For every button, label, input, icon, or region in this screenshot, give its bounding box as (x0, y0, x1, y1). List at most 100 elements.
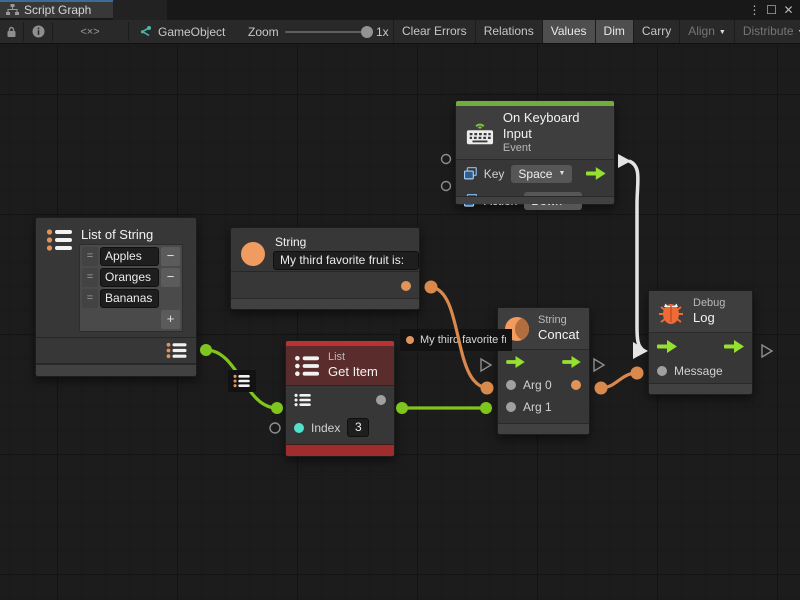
kebab-menu-icon[interactable]: ⋮ (746, 3, 763, 17)
zoom-slider[interactable] (285, 31, 372, 33)
item-output-port[interactable] (376, 395, 386, 405)
graph-canvas[interactable]: List of String = Apples − = Oranges − = … (0, 44, 800, 600)
key-dropdown[interactable]: Space▼ (511, 165, 572, 183)
code-view-button[interactable]: <×> (53, 20, 127, 43)
key-row: Key Space▼ (456, 160, 614, 187)
wire-concat-to-log (595, 367, 644, 395)
string-value-field[interactable]: My third favorite fruit is: (273, 251, 419, 270)
target-name: GameObject (158, 25, 225, 39)
flow-input-port[interactable] (657, 340, 677, 353)
arg1-input-port[interactable] (506, 402, 516, 412)
string-output-row (231, 271, 419, 299)
node-category: String (538, 314, 579, 327)
node-title: Concat (538, 327, 579, 343)
error-footer (286, 444, 394, 456)
wire-keyboard-to-log (618, 154, 648, 359)
node-concat[interactable]: String Concat Arg 0 Arg 1 (497, 307, 590, 435)
script-graph-window: Script Graph ⋮ ☐ ✕ <×> (0, 0, 800, 600)
node-string-literal[interactable]: String My third favorite fruit is: (230, 227, 420, 310)
flow-output-port[interactable] (562, 356, 581, 368)
list-item-field[interactable]: Bananas (100, 289, 159, 308)
code-icon: <×> (80, 26, 99, 38)
lock-button[interactable] (0, 20, 23, 43)
node-debug-log[interactable]: Debug Log Message (648, 290, 753, 395)
tab-well (113, 0, 167, 20)
list-input-port[interactable] (294, 393, 312, 407)
string-value-dot (406, 336, 414, 344)
align-button[interactable]: Align▼ (679, 20, 734, 43)
graph-tab-icon (6, 4, 19, 16)
zoom-value: 1x (376, 20, 389, 43)
arg0-label: Arg 0 (523, 378, 552, 392)
list-icon (233, 374, 251, 388)
key-binding-icon (464, 167, 477, 180)
node-list-of-string[interactable]: List of String = Apples − = Oranges − = … (35, 217, 197, 377)
list-item-field[interactable]: Apples (100, 247, 159, 266)
list-output-row (36, 337, 196, 364)
wire-getitem-to-concat (396, 402, 492, 414)
drag-handle[interactable]: = (82, 268, 98, 287)
tab-script-graph[interactable]: Script Graph (0, 0, 113, 18)
node-footer (498, 423, 589, 434)
message-label: Message (674, 364, 723, 378)
remove-item-button[interactable]: − (161, 247, 180, 266)
arg1-label: Arg 1 (523, 400, 552, 414)
relations-button[interactable]: Relations (475, 20, 542, 43)
node-footer (36, 364, 196, 376)
flow-output-port[interactable] (724, 340, 744, 353)
index-label: Index (311, 421, 340, 435)
flow-input-port[interactable] (506, 356, 525, 368)
flow-row (498, 350, 589, 374)
node-footer (649, 383, 752, 394)
zoom-slider-handle[interactable] (361, 26, 373, 38)
node-on-keyboard-input[interactable]: On Keyboard Input Event Key Space▼ (455, 100, 615, 205)
index-field[interactable]: 3 (347, 418, 369, 437)
drag-handle[interactable]: = (82, 289, 98, 308)
keyboard-icon (465, 119, 495, 147)
list-item-row: = Bananas + (82, 289, 180, 308)
list-input-row (286, 386, 394, 414)
maximize-icon[interactable]: ☐ (763, 3, 780, 17)
wire-value-tooltip: My third favorite fr... (400, 329, 512, 351)
index-input-port[interactable] (294, 423, 304, 433)
graph-target[interactable]: GameObject (138, 20, 225, 43)
list-icon (46, 228, 73, 255)
node-title: String (275, 234, 306, 250)
flow-row (649, 333, 752, 359)
list-output-port[interactable] (166, 342, 188, 359)
zoom-label: Zoom (248, 20, 279, 43)
info-icon (32, 25, 45, 38)
distribute-button[interactable]: Distribute▼ (734, 20, 800, 43)
message-input-port[interactable] (657, 366, 667, 376)
string-icon (241, 242, 265, 266)
node-title: On Keyboard Input (503, 110, 605, 142)
carry-button[interactable]: Carry (633, 20, 679, 43)
values-button[interactable]: Values (542, 20, 595, 43)
arg1-row: Arg 1 (498, 396, 589, 418)
node-category: Debug (693, 297, 725, 310)
node-title: List of String (81, 227, 153, 243)
graph-toolbar: <×> GameObject Zoom 1x Clear Errors Rela… (0, 20, 800, 44)
list-item-field[interactable]: Oranges (100, 268, 159, 287)
add-item-button[interactable]: + (161, 310, 180, 329)
wire-list-value-badge (228, 370, 256, 392)
result-output-port[interactable] (571, 380, 581, 390)
title-bar: Script Graph ⋮ ☐ ✕ (0, 0, 800, 20)
tab-title: Script Graph (24, 3, 91, 17)
caret-down-icon: ▼ (719, 29, 726, 36)
arg0-input-port[interactable] (506, 380, 516, 390)
string-output-port[interactable] (401, 281, 411, 291)
info-button[interactable] (24, 20, 52, 43)
list-icon (294, 354, 320, 378)
caret-down-icon: ▼ (558, 166, 565, 182)
node-get-item[interactable]: List Get Item Index 3 (285, 340, 395, 457)
remove-item-button[interactable]: − (161, 268, 180, 287)
drag-handle[interactable]: = (82, 247, 98, 266)
node-title: Get Item (328, 364, 378, 380)
close-icon[interactable]: ✕ (780, 3, 797, 17)
dim-button[interactable]: Dim (595, 20, 633, 43)
flow-output-port[interactable] (586, 167, 606, 180)
node-footer (231, 298, 419, 309)
clear-errors-button[interactable]: Clear Errors (393, 20, 475, 43)
bug-icon (657, 298, 685, 325)
